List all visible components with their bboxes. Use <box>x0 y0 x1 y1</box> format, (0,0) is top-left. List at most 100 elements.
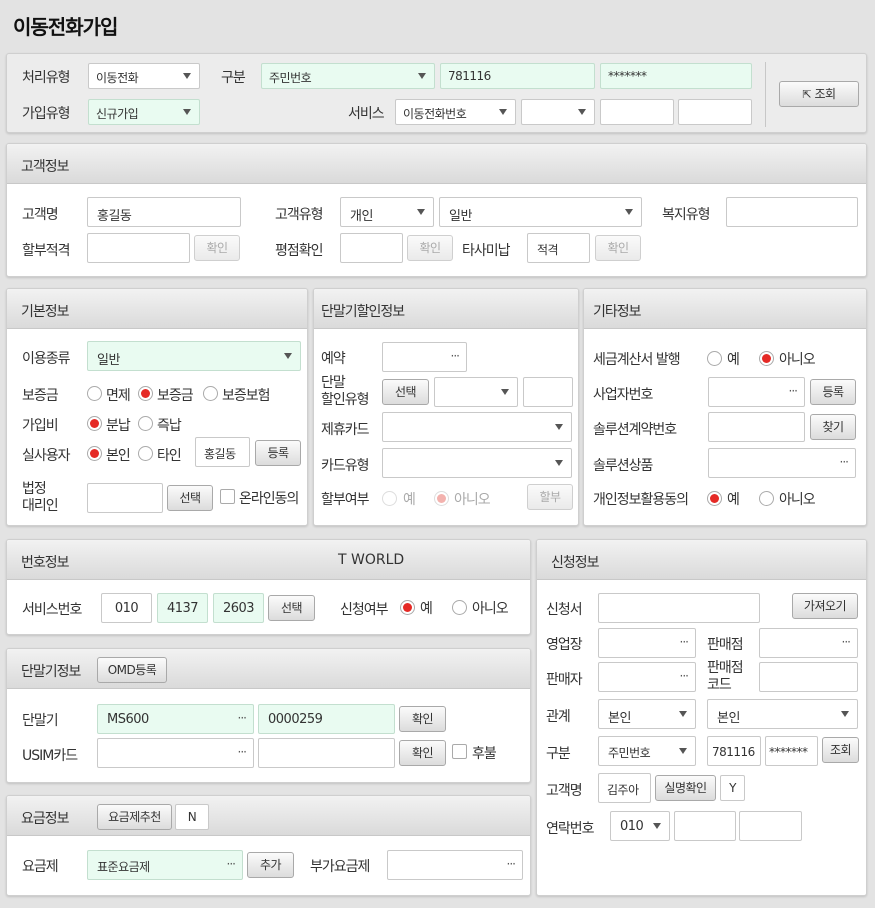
usim-input[interactable]: ··· <box>97 738 254 768</box>
solution-contract-input[interactable] <box>708 412 805 442</box>
discount-type-select[interactable] <box>434 377 518 407</box>
relation-select-1[interactable]: 본인 <box>598 699 696 729</box>
legal-rep-label: 법정 대리인 <box>22 481 59 514</box>
installment-confirm-button[interactable]: 확인 <box>194 235 240 261</box>
customer-type-select-1[interactable]: 개인 <box>340 197 434 227</box>
apply-id-front-input[interactable]: 781116 <box>707 736 761 766</box>
apply-gubun-select[interactable]: 주민번호 <box>598 736 696 766</box>
installment-radio-yes[interactable] <box>382 491 397 506</box>
apply-search-button[interactable]: 조회 <box>822 737 859 763</box>
deposit-radio-insurance[interactable] <box>203 386 218 401</box>
biz-register-button[interactable]: 등록 <box>810 379 856 405</box>
omd-register-button[interactable]: OMD등록 <box>97 657 167 683</box>
service-input-1[interactable] <box>600 99 674 125</box>
join-type-select[interactable]: 신규가입 <box>88 99 200 125</box>
extra-plan-label: 부가요금제 <box>310 859 370 875</box>
service-number-1[interactable]: 010 <box>101 593 152 623</box>
deposit-radio-deposit[interactable] <box>138 386 153 401</box>
welfare-input[interactable] <box>726 197 858 227</box>
plan-add-button[interactable]: 추가 <box>247 852 294 878</box>
relation-select-2[interactable]: 본인 <box>707 699 858 729</box>
contact-prefix-select[interactable]: 010 <box>610 811 670 841</box>
apply-customer-input[interactable]: 김주아 <box>598 773 651 803</box>
usim-serial-input[interactable] <box>258 738 395 768</box>
credit-confirm-button[interactable]: 확인 <box>407 235 453 261</box>
apply-id-back-input[interactable]: ******* <box>765 736 818 766</box>
solution-find-button[interactable]: 찾기 <box>810 414 856 440</box>
search-button[interactable]: ⇱ 조회 <box>779 81 859 107</box>
privacy-radio-yes[interactable] <box>707 491 722 506</box>
installment-option-no: 아니오 <box>454 492 491 508</box>
real-user-radio-other[interactable] <box>138 446 153 461</box>
real-user-register-button[interactable]: 등록 <box>255 440 301 466</box>
seller-input[interactable]: ··· <box>598 662 696 692</box>
contact-middle-input[interactable] <box>674 811 736 841</box>
discount-amount-input[interactable] <box>523 377 573 407</box>
more-icon: ··· <box>788 384 799 398</box>
apply-radio-yes[interactable] <box>400 600 415 615</box>
join-fee-radio-instant[interactable] <box>138 416 153 431</box>
customer-name-input[interactable]: 홍길동 <box>87 197 241 227</box>
installment-input[interactable] <box>87 233 190 263</box>
service-number-select-button[interactable]: 선택 <box>268 595 315 621</box>
customer-type-select-2[interactable]: 일반 <box>439 197 642 227</box>
plan-recommend-button[interactable]: 요금제추천 <box>97 804 172 830</box>
office-label: 영업장 <box>546 637 583 653</box>
service-sub-select[interactable] <box>521 99 595 125</box>
tax-radio-yes[interactable] <box>707 351 722 366</box>
real-user-name-input[interactable]: 홍길동 <box>195 437 250 467</box>
other-unpaid-input[interactable]: 적격 <box>527 233 590 263</box>
service-label: 서비스 <box>348 106 385 122</box>
more-icon: ··· <box>237 745 248 759</box>
deposit-radio-exempt[interactable] <box>87 386 102 401</box>
customer-name-label: 고객명 <box>22 207 59 223</box>
realname-check-button[interactable]: 실명확인 <box>655 775 716 801</box>
more-icon: ··· <box>679 635 690 649</box>
device-serial-input[interactable]: 0000259 <box>258 704 395 734</box>
biz-number-input[interactable]: ··· <box>708 377 805 407</box>
real-user-radio-self[interactable] <box>87 446 102 461</box>
credit-input[interactable] <box>340 233 403 263</box>
office-input[interactable]: ··· <box>598 628 696 658</box>
privacy-radio-no[interactable] <box>759 491 774 506</box>
service-number-3[interactable]: 2603 <box>213 593 264 623</box>
plan-input[interactable]: 표준요금제 ··· <box>87 850 243 880</box>
installment-button[interactable]: 할부 <box>527 484 573 510</box>
contact-last-input[interactable] <box>739 811 802 841</box>
applicant-input[interactable] <box>598 593 760 623</box>
legal-rep-input[interactable] <box>87 483 163 513</box>
seller-label: 판매자 <box>546 672 583 688</box>
tax-radio-no[interactable] <box>759 351 774 366</box>
solution-product-input[interactable]: ··· <box>708 448 856 478</box>
service-select[interactable]: 이동전화번호 <box>395 99 516 125</box>
postpaid-checkbox[interactable] <box>452 744 467 759</box>
id-front-input[interactable]: 781116 <box>440 63 595 89</box>
card-type-select[interactable] <box>382 448 572 478</box>
postpaid-label: 후불 <box>472 746 497 762</box>
installment-radio-no[interactable] <box>434 491 449 506</box>
reserve-input[interactable]: ··· <box>382 342 467 372</box>
fetch-button[interactable]: 가져오기 <box>792 593 858 619</box>
discount-select-button[interactable]: 선택 <box>382 379 429 405</box>
gubun-select[interactable]: 주민번호 <box>261 63 435 89</box>
usage-select[interactable]: 일반 <box>87 341 301 371</box>
extra-plan-input[interactable]: ··· <box>387 850 523 880</box>
service-number-2[interactable]: 4137 <box>157 593 208 623</box>
installment-label: 할부적격 <box>22 243 71 259</box>
apply-radio-no[interactable] <box>452 600 467 615</box>
tworld-label: T WORLD <box>338 552 405 568</box>
search-panel: 처리유형 이동전화 구분 주민번호 781116 ******* 가입유형 신규… <box>6 53 867 133</box>
device-confirm-button[interactable]: 확인 <box>399 706 446 732</box>
shop-input[interactable]: ··· <box>759 628 858 658</box>
other-unpaid-confirm-button[interactable]: 확인 <box>595 235 641 261</box>
usim-confirm-button[interactable]: 확인 <box>399 740 446 766</box>
id-back-input[interactable]: ******* <box>600 63 752 89</box>
shop-code-input[interactable] <box>759 662 858 692</box>
online-consent-checkbox[interactable] <box>220 489 235 504</box>
proc-type-select[interactable]: 이동전화 <box>88 63 200 89</box>
legal-rep-select-button[interactable]: 선택 <box>167 485 213 511</box>
device-model-input[interactable]: MS600 ··· <box>97 704 254 734</box>
join-fee-radio-split[interactable] <box>87 416 102 431</box>
partner-card-select[interactable] <box>382 412 572 442</box>
service-input-2[interactable] <box>678 99 752 125</box>
